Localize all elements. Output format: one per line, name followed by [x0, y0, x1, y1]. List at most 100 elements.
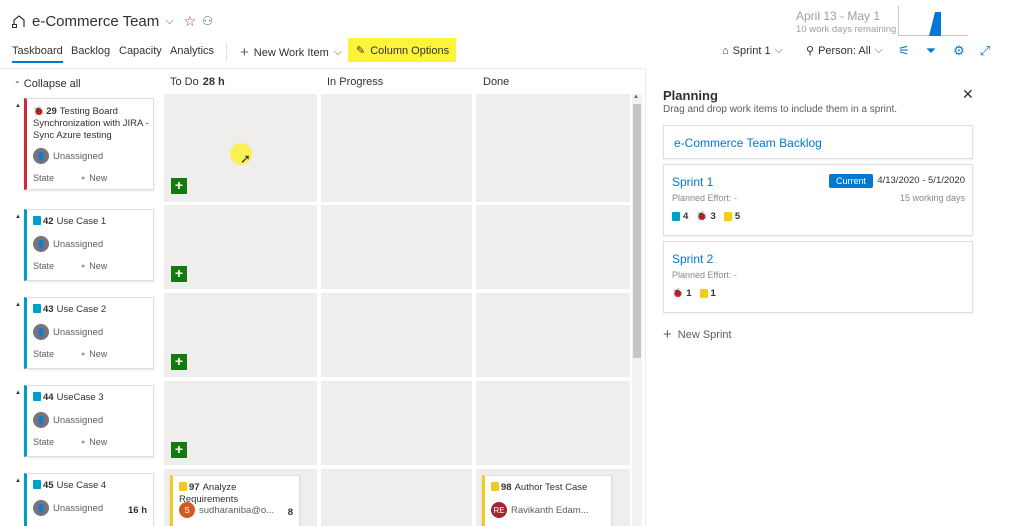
burndown-area — [929, 12, 941, 36]
row-collapse-icon[interactable]: ▲ — [15, 390, 21, 396]
gear-icon[interactable]: ⚙ — [951, 43, 967, 59]
card-title: 45 Use Case 4 — [33, 480, 149, 492]
work-item-card[interactable]: 🐞 29 Testing Board Synchronization with JI… — [24, 98, 154, 190]
sprint-icon: ⌂ — [722, 44, 729, 57]
sprint-card[interactable]: Sprint 2 Planned Effort: - 🐞 1 1 — [663, 241, 973, 313]
card-title: 43 Use Case 2 — [33, 304, 149, 316]
add-task-button[interactable]: + — [171, 354, 187, 370]
sprint-card[interactable]: Sprint 1 Current 4/13/2020 - 5/1/2020 Pl… — [663, 164, 973, 236]
state-value[interactable]: New — [81, 349, 107, 359]
state-value[interactable]: New — [81, 173, 107, 183]
board-scrollbar-thumb[interactable] — [633, 104, 641, 358]
add-task-button[interactable]: + — [171, 442, 187, 458]
state-value[interactable]: New — [81, 261, 107, 271]
card-title-text[interactable]: Use Case 4 — [57, 480, 107, 491]
board-cell[interactable] — [321, 205, 472, 289]
work-item-card[interactable]: 42Use Case 1 👤 Unassigned State New — [24, 209, 154, 281]
task-count: 5 — [723, 211, 740, 222]
tab-capacity[interactable]: Capacity — [119, 45, 162, 57]
planning-subtitle: Drag and drop work items to include them… — [663, 104, 897, 115]
card-assignee[interactable]: S sudharaniba@o... — [179, 502, 274, 518]
tab-taskboard[interactable]: Taskboard — [12, 45, 63, 63]
board-cell[interactable] — [321, 381, 472, 465]
chevron-down-icon[interactable]: ⌵ — [165, 15, 173, 28]
scroll-up-arrow-icon[interactable]: ▲ — [633, 94, 639, 100]
backlog-card[interactable]: e-Commerce Team Backlog — [663, 125, 973, 159]
column-header-todo: To Do 28 h — [170, 76, 225, 88]
user-story-icon — [672, 212, 680, 221]
board-cell[interactable] — [321, 94, 472, 202]
card-assignee[interactable]: 👤 Unassigned — [33, 500, 103, 516]
bug-count: 🐞 1 — [672, 288, 692, 299]
person-filter-label: Person: All — [818, 44, 871, 57]
row-collapse-icon[interactable]: ▲ — [15, 478, 21, 484]
sprint-date-range: 4/13/2020 - 5/1/2020 — [877, 175, 965, 186]
work-item-card[interactable]: 43Use Case 2 👤 Unassigned State New — [24, 297, 154, 369]
sprint-selector[interactable]: ⌂ Sprint 1 ⌵ — [722, 44, 783, 57]
card-id: 97 — [189, 482, 200, 493]
pencil-icon: ✎ — [356, 45, 366, 57]
assignee-name: Ravikanth Edam... — [511, 504, 589, 516]
column-header-in-progress: In Progress — [327, 76, 383, 88]
new-work-item-button[interactable]: + New Work Item ⌵ — [240, 44, 342, 61]
close-icon[interactable]: ✕ — [962, 86, 974, 103]
task-card[interactable]: 97 Analyze Requirements S sudharaniba@o..… — [170, 475, 300, 526]
row-collapse-icon[interactable]: ▲ — [15, 103, 21, 109]
team-icon — [12, 14, 26, 28]
card-title-text[interactable]: Use Case 2 — [57, 304, 107, 315]
burndown-mini-chart[interactable] — [898, 6, 968, 36]
sprint-name[interactable]: Sprint 2 — [672, 252, 713, 266]
card-title-text[interactable]: UseCase 3 — [57, 392, 104, 403]
board-cell[interactable] — [476, 293, 630, 377]
remaining-work[interactable]: 8 — [288, 507, 293, 518]
task-card[interactable]: 98 Author Test Case RE Ravikanth Edam... — [482, 475, 612, 526]
state-value[interactable]: New — [81, 437, 107, 447]
board-cell[interactable] — [476, 94, 630, 202]
tab-backlog[interactable]: Backlog — [71, 45, 110, 57]
sprint-name[interactable]: Sprint 1 — [672, 175, 713, 189]
row-collapse-icon[interactable]: ▲ — [15, 302, 21, 308]
card-title-text[interactable]: Use Case 1 — [57, 216, 107, 227]
chevron-down-icon: ⌵ — [874, 44, 883, 56]
card-assignee[interactable]: 👤 Unassigned — [33, 148, 103, 164]
card-assignee[interactable]: RE Ravikanth Edam... — [491, 502, 589, 518]
add-task-button[interactable]: + — [171, 178, 187, 194]
card-assignee[interactable]: 👤 Unassigned — [33, 324, 103, 340]
board-cell[interactable] — [476, 205, 630, 289]
card-title-text[interactable]: Author Test Case — [515, 482, 588, 493]
work-item-card[interactable]: 45 Use Case 4 👤 Unassigned 16 h — [24, 473, 154, 526]
board-cell[interactable] — [476, 381, 630, 465]
card-assignee[interactable]: 👤 Unassigned — [33, 412, 103, 428]
card-title: 44 UseCase 3 — [33, 392, 149, 404]
filter-icon[interactable]: ⏷ — [923, 43, 939, 59]
team-name[interactable]: e-Commerce Team — [32, 13, 159, 30]
new-sprint-button[interactable]: + New Sprint — [663, 326, 732, 343]
working-days: 15 working days — [899, 193, 965, 203]
team-members-icon[interactable]: ⚇ — [202, 14, 213, 28]
board-cell[interactable] — [321, 293, 472, 377]
avatar: 👤 — [33, 412, 49, 428]
work-item-card[interactable]: 44UseCase 3 👤 Unassigned State New — [24, 385, 154, 457]
favorite-star-icon[interactable]: ☆ — [184, 13, 197, 30]
expand-icon[interactable]: ⤢ — [977, 43, 993, 59]
add-task-button[interactable]: + — [171, 266, 187, 282]
board-cell[interactable] — [321, 469, 472, 526]
column-options-button[interactable]: ✎ Column Options — [356, 44, 450, 58]
planned-effort: Planned Effort: - — [672, 270, 737, 280]
row-collapse-icon[interactable]: ▲ — [15, 214, 21, 220]
user-story-icon — [33, 216, 41, 225]
person-filter[interactable]: ⚲ Person: All ⌵ — [806, 44, 883, 57]
bug-icon: 🐞 — [33, 106, 45, 116]
assignee-name: Unassigned — [53, 326, 104, 338]
bug-count-value: 1 — [686, 288, 692, 299]
tab-analytics[interactable]: Analytics — [170, 45, 214, 57]
collapse-all-button[interactable]: ⌃ Collapse all — [14, 78, 81, 90]
column-options-label: Column Options — [370, 44, 450, 57]
settings-sliders-icon[interactable]: ⚟ — [896, 43, 912, 59]
plus-icon: + — [240, 44, 249, 61]
new-work-item-label: New Work Item — [253, 46, 329, 59]
card-assignee[interactable]: 👤 Unassigned — [33, 236, 103, 252]
user-story-icon — [33, 392, 41, 401]
backlog-link[interactable]: e-Commerce Team Backlog — [674, 136, 822, 150]
user-story-icon — [33, 304, 41, 313]
